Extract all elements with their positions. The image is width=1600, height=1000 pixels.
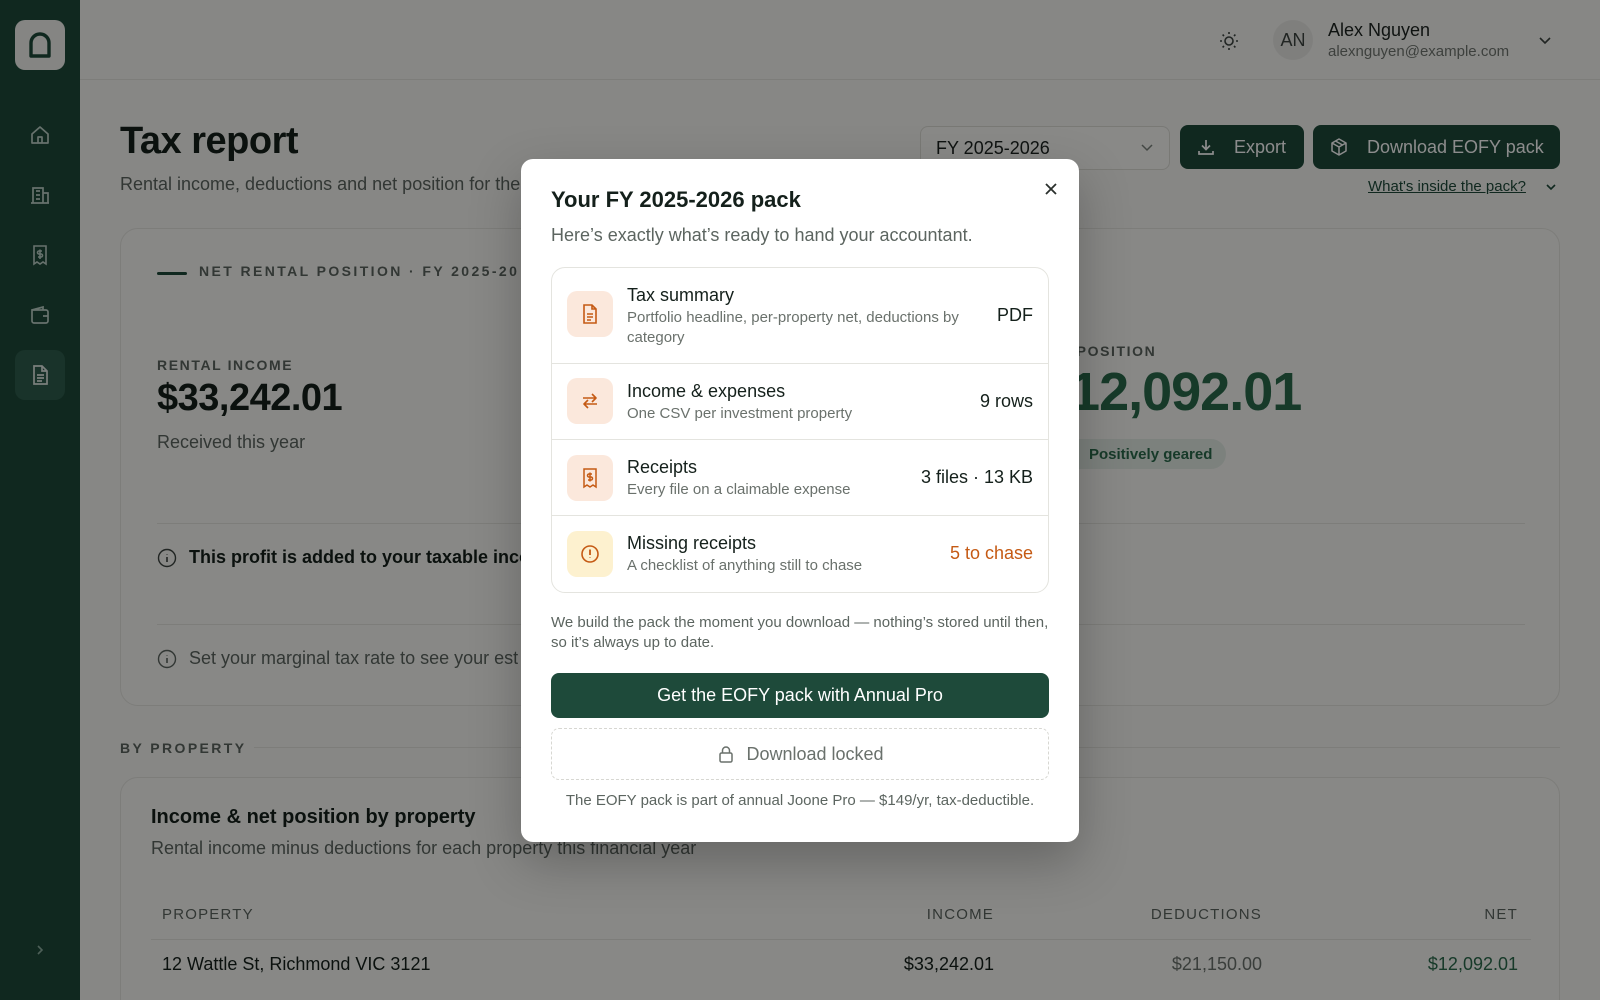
modal-subtitle: Here’s exactly what’s ready to hand your… — [551, 225, 973, 245]
pack-item-name: Income & expenses — [627, 381, 786, 401]
close-icon — [1045, 183, 1057, 195]
pack-item-meta: 5 to chase — [949, 543, 1033, 563]
modal-footer-note: The EOFY pack is part of annual Joone Pr… — [565, 792, 1035, 809]
receipt-icon — [567, 455, 613, 501]
pack-item-meta: 3 files · 13 KB — [920, 467, 1033, 487]
download-locked-label: Download locked — [746, 743, 884, 764]
pack-contents-list: Tax summary Portfolio headline, per-prop… — [551, 267, 1049, 593]
eofy-pack-modal: Your FY 2025-2026 pack Here’s exactly wh… — [521, 159, 1079, 842]
list-item: Missing receipts A checklist of anything… — [552, 516, 1048, 592]
list-item: Receipts Every file on a claimable expen… — [552, 440, 1048, 516]
get-annual-pro-button[interactable]: Get the EOFY pack with Annual Pro — [551, 673, 1049, 718]
list-item: Tax summary Portfolio headline, per-prop… — [552, 268, 1048, 364]
modal-title: Your FY 2025-2026 pack — [551, 187, 801, 212]
pack-item-desc: Portfolio headline, per-property net, de… — [627, 309, 959, 346]
document-icon — [567, 291, 613, 337]
pack-item-name: Receipts — [627, 457, 698, 477]
close-button[interactable] — [1039, 177, 1063, 201]
pack-item-meta: 9 rows — [979, 391, 1033, 411]
alert-circle-icon — [567, 531, 613, 577]
modal-note: We build the pack the moment you downloa… — [551, 614, 1049, 651]
pack-item-name: Missing receipts — [627, 533, 757, 553]
download-locked-button[interactable]: Download locked — [551, 728, 1049, 780]
pack-item-desc: Every file on a claimable expense — [627, 481, 851, 498]
pack-item-desc: One CSV per investment property — [627, 405, 853, 422]
pack-item-meta: PDF — [997, 305, 1033, 325]
pack-item-desc: A checklist of anything still to chase — [627, 557, 863, 574]
arrows-swap-icon — [567, 378, 613, 424]
pack-item-name: Tax summary — [627, 285, 735, 305]
list-item: Income & expenses One CSV per investment… — [552, 364, 1048, 440]
lock-icon — [716, 744, 736, 764]
